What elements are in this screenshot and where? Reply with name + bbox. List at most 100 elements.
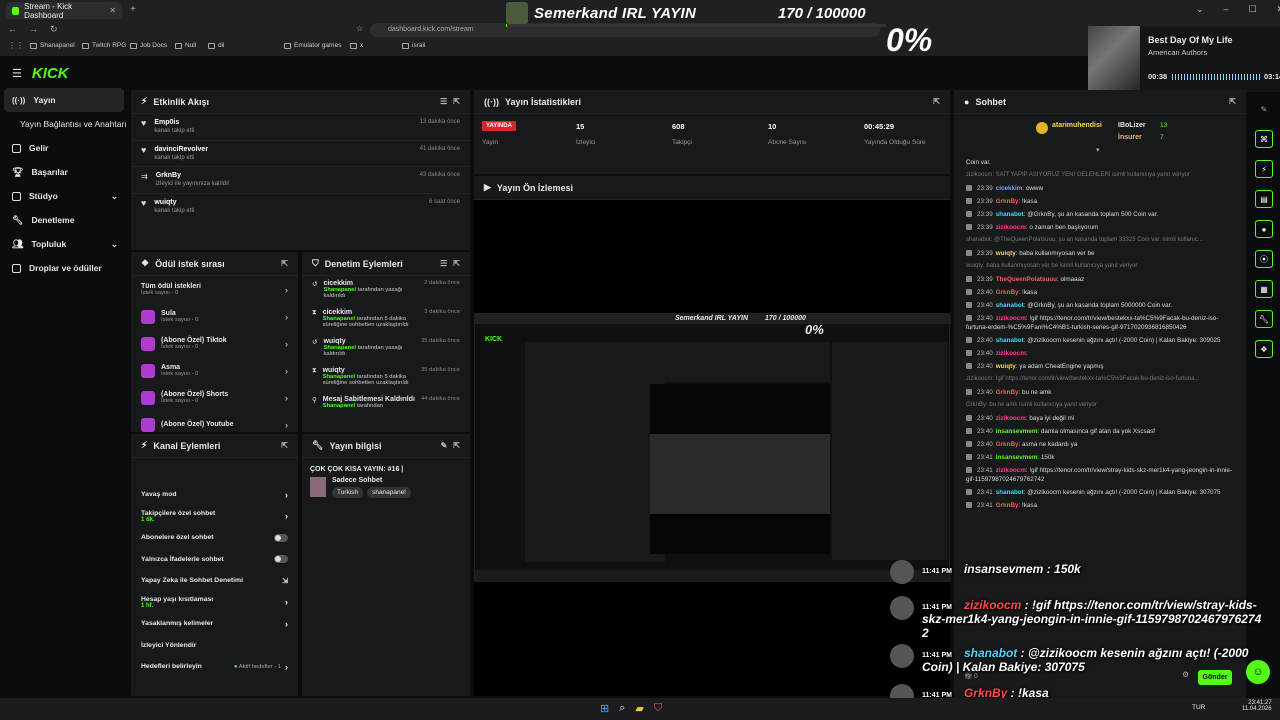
bookmark-item[interactable]: Job Docs	[130, 42, 167, 49]
popout-icon[interactable]: ⇱	[453, 259, 460, 268]
reward-item[interactable]: (Abone Özel) Tiktok İstek sayısı - 0 ›	[131, 330, 298, 357]
scan-icon[interactable]: ⌘	[1255, 130, 1273, 148]
reward-icon[interactable]: ❖	[1255, 340, 1273, 358]
channel-action-emotes-only[interactable]: Yalnızca İfadelerle sohbet	[131, 549, 298, 571]
stream-tag[interactable]: Turkish	[332, 487, 364, 498]
reward-item[interactable]: (Abone Özel) Shorts İstek sayısı - 0 ›	[131, 384, 298, 411]
windows-start-icon[interactable]: ⊞	[600, 702, 609, 715]
top-gifter-name[interactable]: atarimuhendisi	[1052, 122, 1102, 129]
reward-item[interactable]: Tüm ödül istekleri İstek sayısı - 0 ›	[131, 276, 298, 303]
edit-icon[interactable]: ✎	[1255, 100, 1273, 118]
reward-item[interactable]: Sula İstek sayısı - 0 ›	[131, 303, 298, 330]
channel-action-subs-only[interactable]: Abonelere özel sohbet	[131, 527, 298, 549]
message-user[interactable]: zizikoocm	[996, 415, 1026, 422]
message-user[interactable]: insansevmem	[996, 428, 1038, 435]
chevron-down-icon[interactable]: ▾	[1096, 146, 1100, 154]
mod-target[interactable]: cicekkim	[323, 309, 419, 316]
minimize-icon[interactable]: –	[1224, 4, 1229, 15]
message-user[interactable]: TheQueenPolatsuuu	[996, 276, 1057, 283]
message-user[interactable]: GrknBy	[996, 198, 1019, 205]
message-user[interactable]: zizikoocm	[996, 467, 1026, 474]
document-icon[interactable]: ▤	[1255, 190, 1273, 208]
event-user[interactable]: davinciRevolver	[154, 146, 208, 153]
channel-action-banned-words[interactable]: Yasaklanmış kelimeler ›	[131, 613, 298, 635]
layout-icon[interactable]: ▦	[1255, 280, 1273, 298]
sidebar-item-topluluk[interactable]: 👥︎ Topluluk ⌄	[0, 232, 128, 256]
reward-item[interactable]: Asma İstek sayısı - 0 ›	[131, 357, 298, 384]
brave-browser-icon[interactable]: ⛉	[654, 702, 662, 715]
stream-tag[interactable]: shanapanel	[367, 487, 411, 498]
channel-action-goals[interactable]: Hedefleri belirleyin ● Aktif hedefler - 1…	[131, 656, 298, 678]
reload-icon[interactable]: ↻	[50, 24, 58, 35]
new-tab-icon[interactable]: +	[130, 4, 136, 15]
popout-icon[interactable]: ⇱	[1229, 97, 1236, 106]
bolt-icon[interactable]: ⚡︎	[1255, 160, 1273, 178]
bookmark-item[interactable]: Emulator games	[284, 42, 341, 49]
bookmark-item[interactable]: Twitch RPG	[82, 42, 126, 49]
folder-icon[interactable]: ▰	[635, 702, 643, 715]
sidebar-item-yayin[interactable]: ((·)) Yayın	[4, 88, 124, 112]
mod-target[interactable]: wuiqty	[323, 367, 415, 374]
message-user[interactable]: GrknBy	[996, 502, 1019, 509]
close-window-icon[interactable]: ✕	[1277, 4, 1280, 15]
popout-icon[interactable]: ⇱	[453, 441, 460, 450]
clock[interactable]: 23:41:27 11.04.2026	[1242, 700, 1272, 712]
popout-icon[interactable]: ⇱	[933, 97, 940, 106]
message-user[interactable]: cicekkim	[996, 185, 1023, 192]
subs-only-toggle[interactable]	[274, 533, 288, 542]
message-user[interactable]: zizikoocm	[996, 315, 1026, 322]
message-user[interactable]: GrknBy	[996, 389, 1019, 396]
broadcast-icon[interactable]: ⦿	[1255, 250, 1273, 268]
search-icon[interactable]: ⌕	[619, 702, 625, 715]
message-user[interactable]: shanabot	[996, 337, 1024, 344]
kick-logo[interactable]: KICK	[32, 65, 69, 82]
bookmark-star-icon[interactable]: ☆	[356, 24, 363, 33]
message-user[interactable]: insansevmem	[996, 454, 1038, 461]
apps-icon[interactable]: ⋮⋮	[8, 41, 24, 50]
channel-action-followers-only[interactable]: Takipçilere özel sohbet 1 dk. ›	[131, 506, 298, 528]
sidebar-item-denetleme[interactable]: 🔧︎ Denetleme	[0, 208, 128, 232]
wrench-icon[interactable]: 🔧︎	[1255, 310, 1273, 328]
chat-floating-icon[interactable]: ☺	[1246, 660, 1270, 684]
mod-target[interactable]: wuiqty	[323, 338, 415, 345]
sidebar-item-basarilar[interactable]: 🏆︎ Başarılar	[0, 160, 128, 184]
preview-video[interactable]: Semerkand IRL YAYIN 170 / 100000 0% KICK	[474, 313, 951, 582]
sidebar-item-stream-key[interactable]: Yayın Bağlantısı ve Anahtarı	[0, 112, 128, 136]
popout-icon[interactable]: ⇱	[281, 441, 288, 450]
emotes-only-toggle[interactable]	[274, 555, 288, 564]
message-user[interactable]: GrknBy	[996, 289, 1019, 296]
channel-action-account-age[interactable]: Hesap yaşı kısıtlaması 1 hf. ›	[131, 592, 298, 614]
minimize-icon[interactable]: ⌄	[1196, 4, 1204, 15]
close-tab-icon[interactable]: ✕	[109, 6, 116, 15]
stream-category[interactable]: Sadece Sohbet	[332, 477, 411, 484]
maximize-icon[interactable]: ☐	[1249, 4, 1257, 15]
channel-action-raid[interactable]: İzleyici Yönlendir	[131, 635, 298, 657]
message-user[interactable]: shanabot	[996, 302, 1024, 309]
chat-icon[interactable]: ●	[1255, 220, 1273, 238]
sidebar-item-studyo[interactable]: Stüdyo ⌄	[0, 184, 128, 208]
back-icon[interactable]: ←	[8, 24, 17, 35]
reward-item[interactable]: (Abone Özel) Youtube ›	[131, 411, 298, 432]
message-user[interactable]: GrknBy	[996, 441, 1019, 448]
popout-icon[interactable]: ⇱	[281, 259, 288, 268]
message-user[interactable]: zizikoocm	[996, 224, 1026, 231]
bookmark-item[interactable]: dil	[208, 42, 225, 49]
event-user[interactable]: GrknBy	[156, 172, 230, 179]
top-gifter-name[interactable]: İnsurer	[1118, 134, 1142, 141]
menu-icon[interactable]: ☰	[12, 67, 22, 80]
keyboard-language[interactable]: TUR	[1192, 704, 1205, 711]
mod-target[interactable]: cicekkim	[323, 280, 418, 287]
bookmark-item[interactable]: Shanapanel	[30, 42, 75, 49]
message-user[interactable]: shanabot	[996, 211, 1024, 218]
channel-action-ai-moderation[interactable]: Yapay Zeka ile Sohbet Denetimi ⇲	[131, 570, 298, 592]
bookmark-item[interactable]: Null	[175, 42, 196, 49]
top-gifter-name[interactable]: IBoLizer	[1118, 122, 1146, 129]
sidebar-item-gelir[interactable]: Gelir	[0, 136, 128, 160]
event-user[interactable]: wuiqty	[154, 199, 194, 206]
edit-icon[interactable]: ✎	[441, 441, 448, 450]
bookmark-item[interactable]: x	[350, 42, 363, 49]
channel-action-slow-mode[interactable]: Yavaş mod ›	[131, 484, 298, 506]
message-user[interactable]: wuiqty	[996, 363, 1016, 370]
filter-icon[interactable]: ☰	[440, 259, 447, 268]
popout-icon[interactable]: ⇱	[453, 97, 460, 106]
